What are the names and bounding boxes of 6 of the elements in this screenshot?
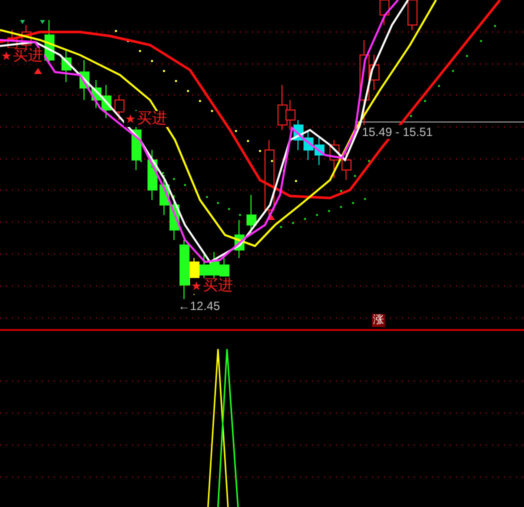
price-range-label: 15.49 - 15.51 [362,125,433,139]
buy-signal: ★买进 [0,48,44,64]
low-price-label: ←12.45 [178,299,220,313]
buy-signal: ★买进 [124,111,168,127]
rise-badge: 涨 [372,314,385,327]
buy-signal: ★买进 [190,278,234,294]
